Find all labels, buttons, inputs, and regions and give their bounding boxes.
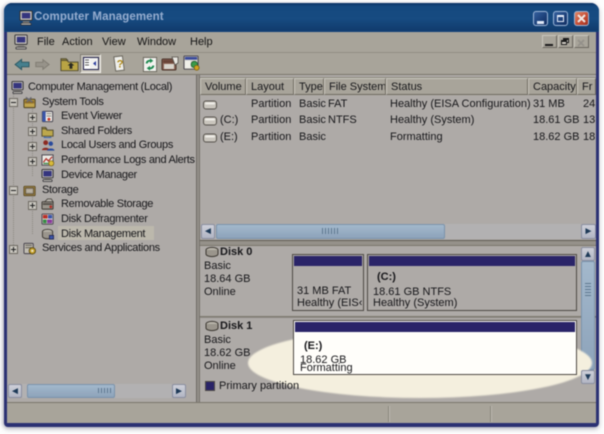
svg-text:?: ?	[117, 58, 124, 70]
